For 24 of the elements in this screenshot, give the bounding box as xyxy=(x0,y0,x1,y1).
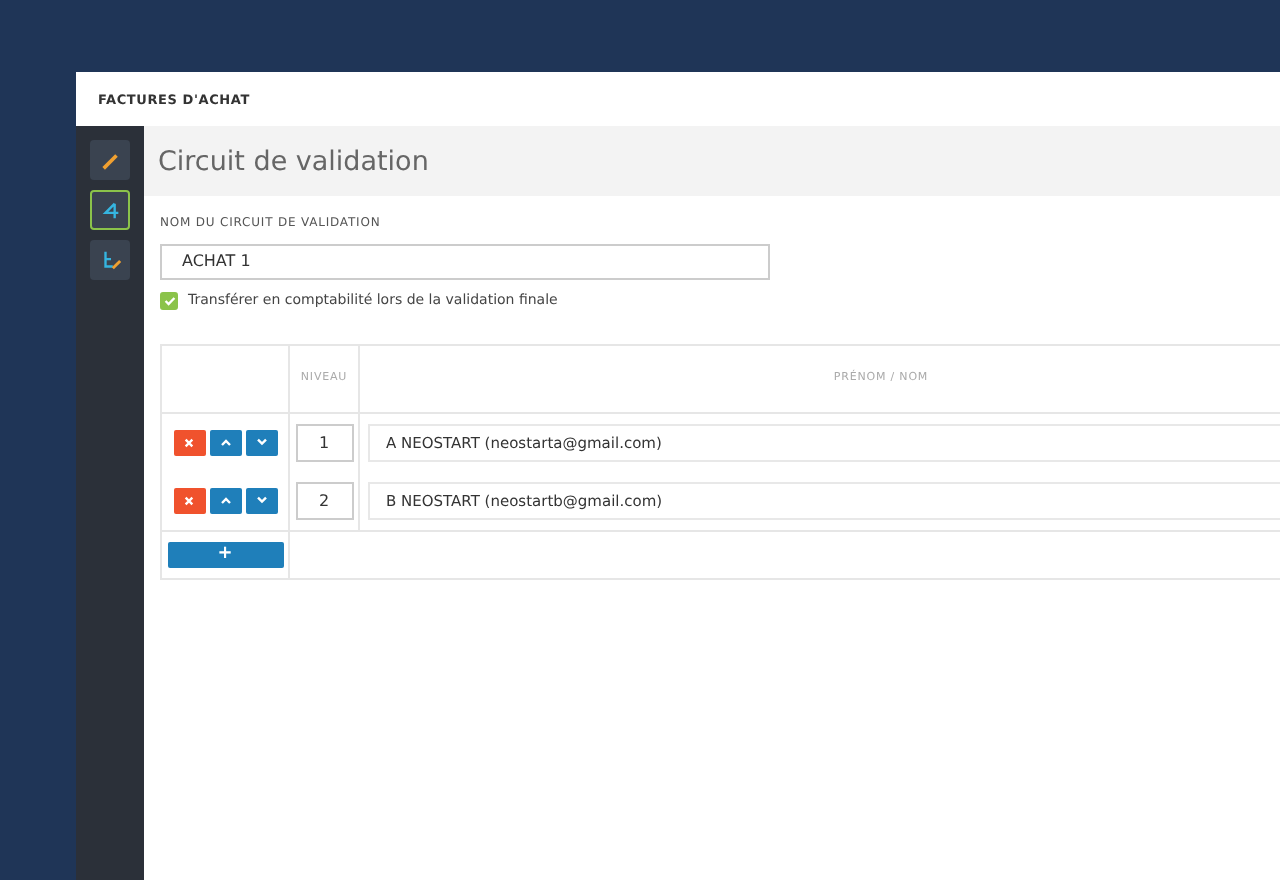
chevron-up-icon xyxy=(219,496,231,504)
move-up-button[interactable] xyxy=(209,487,241,513)
chevron-up-icon xyxy=(219,438,231,446)
sidebar-button[interactable] xyxy=(90,140,130,180)
sidebar-button[interactable] xyxy=(90,240,130,280)
move-up-button[interactable] xyxy=(209,429,241,455)
pencil-icon xyxy=(99,149,121,171)
name-field[interactable]: ACHAT 1 xyxy=(160,243,770,279)
close-icon xyxy=(184,495,194,505)
level-field[interactable]: 2 xyxy=(295,481,353,519)
page-title: Circuit de validation xyxy=(158,145,429,177)
chevron-down-icon xyxy=(255,496,267,504)
close-icon xyxy=(184,437,194,447)
tree-icon xyxy=(99,249,121,271)
flow-icon xyxy=(99,199,121,221)
add-button[interactable]: + xyxy=(167,541,283,567)
move-down-button[interactable] xyxy=(245,429,277,455)
checkbox[interactable] xyxy=(160,291,178,309)
move-down-button[interactable] xyxy=(245,487,277,513)
delete-button[interactable] xyxy=(173,429,205,455)
level-field[interactable]: 1 xyxy=(295,423,353,461)
sidebar-button[interactable] xyxy=(90,190,130,230)
chevron-down-icon xyxy=(255,438,267,446)
delete-button[interactable] xyxy=(173,487,205,513)
